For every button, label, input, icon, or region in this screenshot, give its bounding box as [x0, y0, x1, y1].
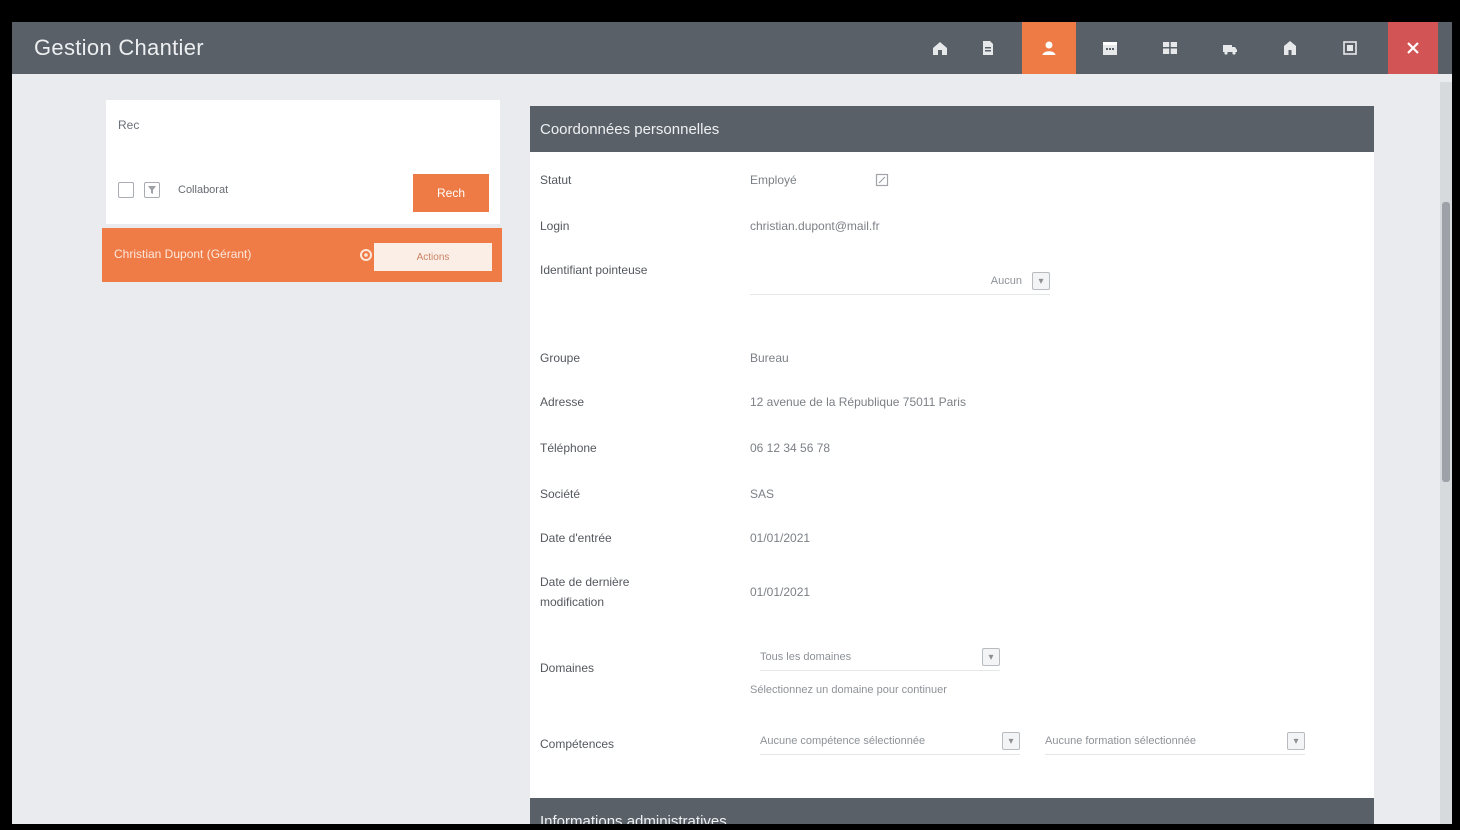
chevron-down-icon: ▾	[1032, 272, 1050, 290]
formations-dropdown[interactable]: Aucune formation sélectionnée ▾	[1045, 732, 1305, 755]
close-icon	[1407, 42, 1419, 54]
toolbar-grid-button[interactable]	[1148, 22, 1192, 74]
field-label: Compétences	[540, 737, 615, 751]
home-icon	[933, 42, 947, 55]
app-title: Gestion Chantier	[34, 35, 204, 60]
field-label: Statut	[540, 173, 572, 187]
document-icon	[983, 41, 993, 55]
field-value: Bureau	[750, 351, 789, 365]
truck-icon	[1223, 45, 1237, 55]
toolbar-building-button[interactable]	[1268, 22, 1312, 74]
edit-icon[interactable]	[875, 173, 889, 187]
field-value: Employé	[750, 173, 797, 187]
search-caption: Rec	[118, 118, 140, 132]
dropdown-value: Aucune compétence sélectionnée	[760, 735, 926, 747]
field-label: Société	[540, 487, 581, 501]
toolbar-document-button[interactable]	[966, 22, 1010, 74]
filter-icon[interactable]	[144, 182, 160, 198]
app-window: Gestion Chantier Rec Collaborat Rech Chr…	[12, 22, 1452, 824]
title-bar: Gestion Chantier	[12, 22, 1452, 74]
scrollbar[interactable]	[1440, 82, 1452, 824]
selected-employee-item[interactable]: Christian Dupont (Gérant) Actions	[102, 228, 502, 282]
search-button[interactable]: Rech	[413, 174, 489, 212]
field-label: Groupe	[540, 351, 581, 365]
toolbar-calendar-button[interactable]	[1088, 22, 1132, 74]
filter-row: Collaborat	[118, 182, 228, 198]
building-icon	[1284, 41, 1296, 55]
scrollbar-thumb[interactable]	[1442, 202, 1450, 482]
field-value: 01/01/2021	[750, 531, 811, 545]
calendar-icon	[1103, 42, 1117, 55]
field-label: Date d'entrée	[540, 531, 612, 545]
dropdown-value: Aucun	[990, 275, 1022, 287]
chevron-down-icon: ▾	[1287, 732, 1305, 750]
field-value: 01/01/2021	[750, 585, 811, 599]
grid-icon	[1163, 42, 1177, 54]
search-panel: Rec Collaborat Rech	[106, 100, 500, 224]
domaines-hint: Sélectionnez un domaine pour continuer	[750, 684, 947, 696]
user-icon	[1042, 41, 1056, 55]
toolbar-user-button[interactable]	[1022, 22, 1076, 74]
settings-icon	[1343, 41, 1357, 55]
toolbar-truck-button[interactable]	[1208, 22, 1252, 74]
section-header-personal: Coordonnées personnelles	[530, 106, 1374, 152]
field-label: Adresse	[540, 395, 585, 409]
field-label: Domaines	[540, 661, 595, 675]
field-label: Téléphone	[540, 441, 597, 455]
field-value: 12 avenue de la République 75011 Paris	[750, 395, 966, 409]
field-value: SAS	[750, 487, 775, 501]
domaines-dropdown[interactable]: Tous les domaines ▾	[760, 648, 1000, 671]
chevron-down-icon: ▾	[982, 648, 1000, 666]
field-label: Identifiant pointeuse	[540, 263, 648, 277]
actions-button[interactable]: Actions	[374, 243, 492, 271]
identifiant-dropdown[interactable]: Aucun ▾	[750, 272, 1050, 295]
window-close-button[interactable]	[1388, 22, 1438, 74]
selected-employee-name: Christian Dupont (Gérant)	[114, 247, 252, 261]
filter-label[interactable]: Collaborat	[178, 184, 228, 196]
competences-dropdown[interactable]: Aucune compétence sélectionnée ▾	[760, 732, 1020, 755]
field-value: christian.dupont@mail.fr	[750, 219, 880, 233]
dropdown-value: Tous les domaines	[760, 651, 852, 663]
toolbar-home-button[interactable]	[918, 22, 962, 74]
dropdown-value: Aucune formation sélectionnée	[1045, 735, 1197, 747]
field-value: 06 12 34 56 78	[750, 441, 831, 455]
field-label: Login	[540, 219, 570, 233]
field-label: Date de dernière modification	[540, 575, 630, 609]
toolbar-settings-button[interactable]	[1328, 22, 1372, 74]
gear-icon[interactable]	[358, 247, 374, 263]
chevron-down-icon: ▾	[1002, 732, 1020, 750]
employee-detail-panel: Coordonnées personnelles Statut Employé …	[530, 106, 1374, 824]
checkbox-icon[interactable]	[118, 182, 134, 198]
section-header-administrative: Informations administratives	[530, 798, 1374, 824]
